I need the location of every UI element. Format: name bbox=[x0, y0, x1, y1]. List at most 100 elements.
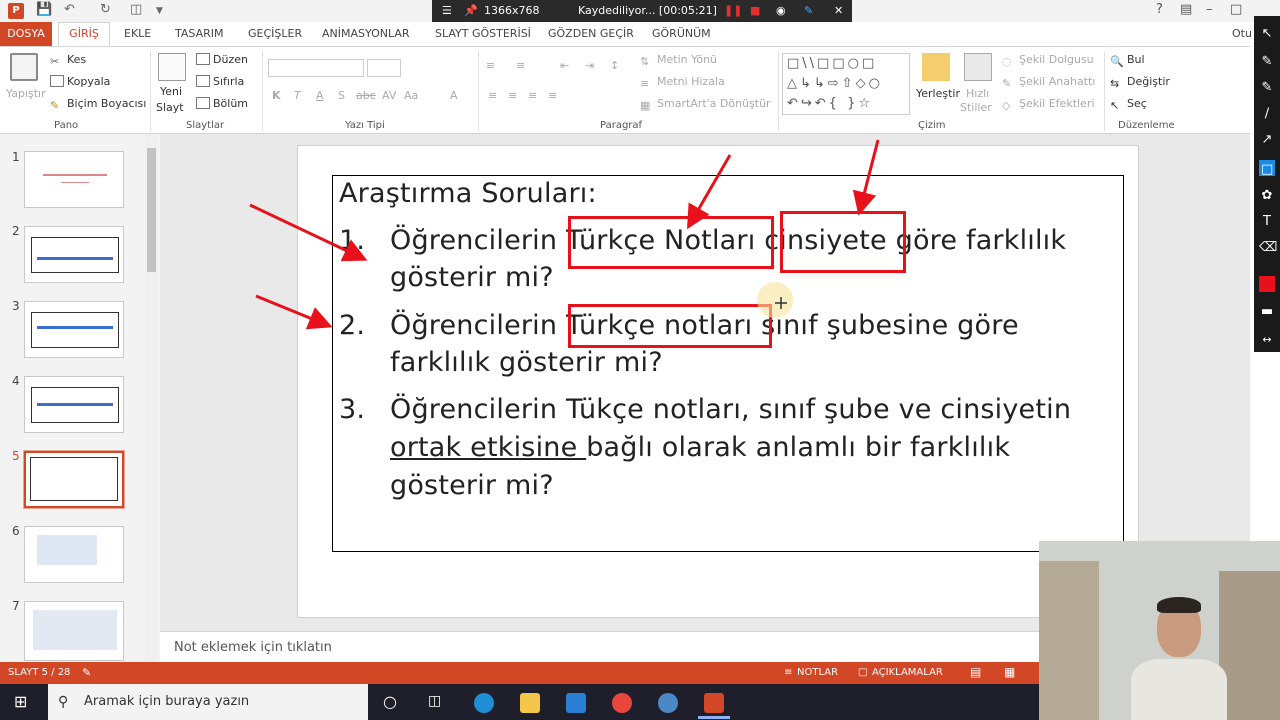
increase-indent-icon[interactable]: ⇥ bbox=[585, 59, 594, 72]
slide-thumbnail-3[interactable] bbox=[24, 301, 124, 358]
font-name-select[interactable] bbox=[268, 59, 364, 77]
section-button[interactable]: Bölüm bbox=[196, 97, 248, 110]
undo-icon[interactable]: ↶ bbox=[64, 2, 75, 17]
powerpoint-taskbar-icon[interactable] bbox=[704, 693, 724, 713]
copy-button[interactable]: Kopyala bbox=[50, 75, 110, 88]
notes-placeholder[interactable]: Not eklemek için tıklatın bbox=[174, 640, 332, 655]
new-slide-label-2[interactable]: Slayt bbox=[156, 101, 184, 114]
slide-thumbnail-5-selected[interactable] bbox=[23, 450, 125, 509]
tab-gecisler[interactable]: GEÇİŞLER bbox=[248, 27, 302, 40]
mail-icon[interactable] bbox=[566, 693, 586, 713]
quick-styles-label-1[interactable]: Hızlı bbox=[966, 87, 989, 100]
tab-slayt-gosterisi[interactable]: SLAYT GÖSTERİSİ bbox=[435, 27, 531, 40]
italic-icon[interactable]: T bbox=[294, 89, 301, 102]
taskbar-search-placeholder[interactable]: Aramak için buraya yazın bbox=[84, 694, 249, 709]
new-slide-icon[interactable] bbox=[158, 53, 186, 81]
pen-icon[interactable]: ✎ bbox=[804, 4, 813, 17]
eraser-tool-icon[interactable]: ⌫ bbox=[1259, 240, 1277, 256]
line-tool-icon[interactable]: ∕ bbox=[1259, 106, 1275, 122]
strikethrough-icon[interactable]: abc bbox=[356, 89, 376, 102]
bold-icon[interactable]: K bbox=[272, 89, 281, 102]
select-button[interactable]: ↖ Seç bbox=[1110, 97, 1147, 112]
align-center-icon[interactable]: ≡ bbox=[508, 89, 517, 102]
tab-gorunum[interactable]: GÖRÜNÜM bbox=[652, 27, 711, 40]
replace-button[interactable]: ⇆ Değiştir bbox=[1110, 75, 1170, 90]
pause-recording-icon[interactable]: ❚❚ bbox=[724, 4, 742, 17]
format-painter-button[interactable]: ✎ Biçim Boyacısı bbox=[50, 97, 146, 112]
tab-ekle[interactable]: EKLE bbox=[124, 27, 151, 40]
shape-effects-button[interactable]: ◇ Şekil Efektleri bbox=[1002, 97, 1094, 112]
tab-animasyonlar[interactable]: ANİMASYONLAR bbox=[322, 27, 410, 40]
quick-styles-icon[interactable] bbox=[964, 53, 992, 81]
cut-button[interactable]: ✂ Kes bbox=[50, 53, 86, 68]
tab-tasarim[interactable]: TASARIM bbox=[175, 27, 223, 40]
comments-toggle-icon[interactable]: □ bbox=[858, 667, 867, 678]
slide-thumbnail-7[interactable] bbox=[24, 601, 124, 661]
help-icon[interactable]: ? bbox=[1156, 2, 1163, 17]
shadow-icon[interactable]: S bbox=[338, 89, 345, 102]
shape-fill-button[interactable]: ◌ Şekil Dolgusu bbox=[1002, 53, 1094, 68]
task-view-icon[interactable]: ◫ bbox=[428, 693, 441, 709]
bullets-icon[interactable]: ≡ bbox=[486, 59, 495, 72]
justify-icon[interactable]: ≡ bbox=[548, 89, 557, 102]
font-size-select[interactable] bbox=[367, 59, 401, 77]
decrease-indent-icon[interactable]: ⇤ bbox=[560, 59, 569, 72]
slide-thumbnail-2[interactable] bbox=[24, 226, 124, 283]
blur-tool-icon[interactable]: ✿ bbox=[1259, 188, 1275, 204]
stop-recording-icon[interactable]: ■ bbox=[750, 4, 760, 17]
shapes-gallery[interactable]: □\\□□○□ △↳↳⇨⇧◇○ ↶↪↶{ }☆ bbox=[782, 53, 910, 115]
find-button[interactable]: 🔍 Bul bbox=[1110, 53, 1145, 68]
layout-button[interactable]: Düzen bbox=[196, 53, 248, 66]
chrome-icon[interactable] bbox=[612, 693, 632, 713]
line-spacing-icon[interactable]: ↕ bbox=[610, 59, 619, 72]
recorder-menu-icon[interactable]: ☰ bbox=[442, 4, 452, 17]
tab-gozden-gecir[interactable]: GÖZDEN GEÇİR bbox=[548, 27, 634, 40]
pin-icon[interactable]: 📌 bbox=[464, 4, 478, 17]
customize-qat-icon[interactable]: ▼ bbox=[156, 6, 163, 16]
new-slide-label-1[interactable]: Yeni bbox=[160, 85, 182, 98]
char-spacing-icon[interactable]: AV bbox=[382, 89, 396, 102]
close-recorder-icon[interactable]: ✕ bbox=[834, 4, 843, 17]
taskbar-search-box[interactable]: ⚲ Aramak için buraya yazın bbox=[48, 684, 368, 720]
align-text-button[interactable]: ≡ Metni Hizala bbox=[640, 75, 725, 90]
redo-icon[interactable]: ↻ bbox=[100, 2, 111, 17]
normal-view-icon[interactable]: ▤ bbox=[970, 665, 981, 679]
align-left-icon[interactable]: ≡ bbox=[488, 89, 497, 102]
scrollbar-thumb[interactable] bbox=[147, 148, 156, 272]
notes-toggle-label[interactable]: NOTLAR bbox=[797, 667, 838, 678]
cortana-icon[interactable]: ○ bbox=[383, 692, 397, 711]
collapse-toolbar-icon[interactable]: ↔ bbox=[1259, 332, 1275, 348]
font-color-icon[interactable]: A bbox=[450, 89, 458, 102]
align-right-icon[interactable]: ≡ bbox=[528, 89, 537, 102]
maximize-icon[interactable]: □ bbox=[1230, 2, 1242, 17]
minimize-icon[interactable]: – bbox=[1206, 2, 1213, 17]
ribbon-display-icon[interactable]: ▤ bbox=[1180, 2, 1192, 17]
underline-icon[interactable]: A bbox=[316, 89, 324, 102]
line-width-icon[interactable]: ▬ bbox=[1259, 304, 1275, 320]
thumbnail-scrollbar[interactable] bbox=[145, 134, 158, 662]
account-name[interactable]: Otu bbox=[1232, 27, 1252, 40]
numbering-icon[interactable]: ≡ bbox=[516, 59, 525, 72]
pointer-tool-icon[interactable]: ↖ bbox=[1259, 26, 1275, 42]
arrange-icon[interactable] bbox=[922, 53, 950, 81]
paste-button[interactable]: Yapıştır bbox=[6, 87, 46, 100]
camera-icon[interactable]: ◉ bbox=[776, 4, 786, 17]
windows-start-icon[interactable]: ⊞ bbox=[14, 692, 27, 711]
quick-styles-label-2[interactable]: Stiller bbox=[960, 101, 992, 114]
tab-giris[interactable]: GİRİŞ bbox=[58, 22, 110, 47]
file-explorer-icon[interactable] bbox=[520, 693, 540, 713]
slide-thumbnail-4[interactable] bbox=[24, 376, 124, 433]
marker-tool-icon[interactable]: ✎ bbox=[1259, 80, 1275, 96]
text-tool-icon[interactable]: T bbox=[1259, 214, 1275, 230]
tab-dosya[interactable]: DOSYA bbox=[0, 22, 52, 46]
save-icon[interactable]: 💾 bbox=[36, 2, 52, 17]
edge-browser-icon[interactable] bbox=[474, 693, 494, 713]
text-direction-button[interactable]: ⇅ Metin Yönü bbox=[640, 53, 717, 68]
comments-toggle-label[interactable]: AÇIKLAMALAR bbox=[872, 667, 943, 678]
rectangle-tool-icon[interactable]: □ bbox=[1259, 160, 1275, 177]
slide-thumbnail-1[interactable] bbox=[24, 151, 124, 208]
arrow-tool-icon[interactable]: ↗ bbox=[1259, 132, 1275, 148]
smartart-button[interactable]: ▦ SmartArt'a Dönüştür bbox=[640, 97, 771, 112]
color-picker-icon[interactable] bbox=[1259, 276, 1275, 292]
paste-icon[interactable] bbox=[10, 53, 38, 81]
